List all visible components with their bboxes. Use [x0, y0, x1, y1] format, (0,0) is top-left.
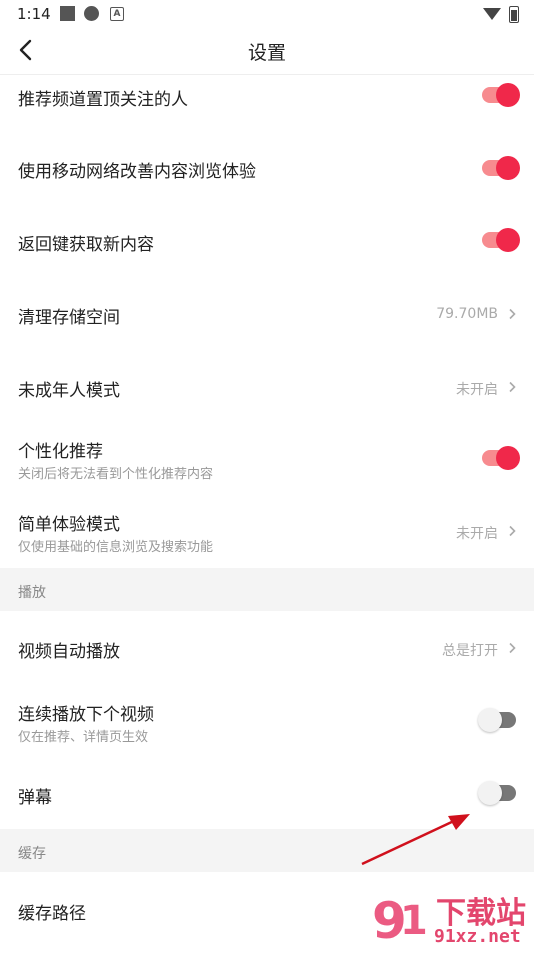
- setting-label: 弹幕: [18, 788, 52, 808]
- simple-mode-value: 未开启: [456, 526, 498, 542]
- setting-label: 简单体验模式: [18, 515, 120, 535]
- setting-label: 个性化推荐: [18, 442, 103, 462]
- setting-row-pin-followed[interactable]: 推荐频道置顶关注的人: [0, 75, 534, 131]
- toggle-knob: [496, 83, 520, 107]
- toggle-knob: [478, 708, 502, 732]
- top-nav-bar: 设置: [0, 28, 534, 75]
- back-refresh-toggle[interactable]: [482, 228, 520, 252]
- mobile-network-toggle[interactable]: [482, 156, 520, 180]
- setting-row-minor-mode[interactable]: 未成年人模式 未开启: [0, 350, 534, 423]
- chevron-right-icon: [509, 308, 516, 320]
- status-bar: 1:14 A: [0, 0, 534, 28]
- chevron-right-icon: [509, 642, 516, 654]
- notification-app-icon: [84, 6, 99, 21]
- toggle-knob: [496, 228, 520, 252]
- pin-followed-toggle[interactable]: [482, 83, 520, 107]
- watermark-url: 91xz.net: [434, 926, 521, 947]
- setting-row-clear-storage[interactable]: 清理存储空间 79.70MB: [0, 277, 534, 350]
- setting-label: 未成年人模式: [18, 381, 120, 401]
- toggle-knob: [496, 156, 520, 180]
- setting-label: 缓存路径: [18, 904, 86, 924]
- setting-label: 视频自动播放: [18, 642, 120, 662]
- minor-mode-value: 未开启: [456, 382, 498, 398]
- setting-description: 仅使用基础的信息浏览及搜索功能: [18, 540, 214, 555]
- chevron-right-icon: [509, 525, 516, 537]
- setting-row-back-refresh[interactable]: 返回键获取新内容: [0, 204, 534, 277]
- autoplay-value: 总是打开: [442, 643, 498, 659]
- setting-label: 推荐频道置顶关注的人: [18, 90, 188, 110]
- toggle-knob: [478, 781, 502, 805]
- section-header-play: 播放: [0, 568, 534, 611]
- setting-row-mobile-network[interactable]: 使用移动网络改善内容浏览体验: [0, 131, 534, 204]
- setting-description: 仅在推荐、详情页生效: [18, 730, 149, 745]
- section-title: 缓存: [18, 846, 46, 862]
- annotation-arrow-icon: [361, 814, 470, 866]
- setting-description: 关闭后将无法看到个性化推荐内容: [18, 467, 214, 482]
- notification-square-icon: [60, 6, 75, 21]
- notification-a-icon: A: [110, 7, 124, 21]
- section-title: 播放: [18, 585, 46, 601]
- setting-label: 清理存储空间: [18, 308, 120, 328]
- setting-row-personalized[interactable]: 个性化推荐 关闭后将无法看到个性化推荐内容: [0, 423, 534, 496]
- toggle-knob: [496, 446, 520, 470]
- watermark-logo: 9 1 下载站 91xz.net: [368, 886, 534, 950]
- battery-icon: [509, 6, 519, 23]
- personalized-toggle[interactable]: [482, 446, 520, 470]
- setting-label: 连续播放下个视频: [18, 705, 154, 725]
- danmaku-toggle[interactable]: [478, 781, 516, 805]
- page-title: 设置: [247, 42, 286, 64]
- setting-row-video-autoplay[interactable]: 视频自动播放 总是打开: [0, 611, 534, 684]
- continuous-play-toggle[interactable]: [478, 708, 516, 732]
- svg-text:1: 1: [400, 898, 428, 944]
- wifi-icon: [483, 8, 501, 20]
- setting-row-simple-mode[interactable]: 简单体验模式 仅使用基础的信息浏览及搜索功能 未开启: [0, 496, 534, 568]
- setting-label: 返回键获取新内容: [18, 235, 154, 255]
- chevron-right-icon: [509, 381, 516, 393]
- status-time: 1:14: [17, 5, 51, 23]
- storage-size-value: 79.70MB: [436, 306, 498, 322]
- setting-row-continuous-play[interactable]: 连续播放下个视频 仅在推荐、详情页生效: [0, 684, 534, 757]
- setting-label: 使用移动网络改善内容浏览体验: [18, 162, 256, 182]
